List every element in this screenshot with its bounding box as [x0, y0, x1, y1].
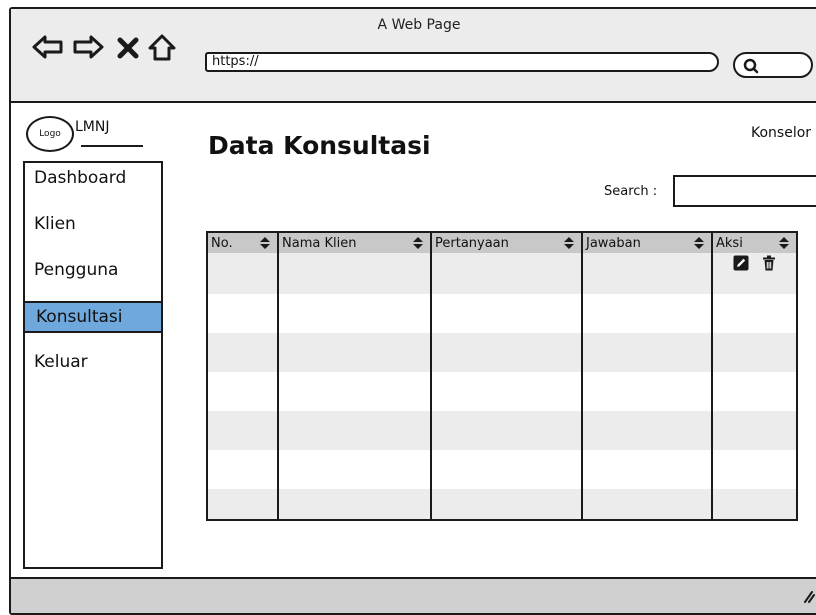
table-row [208, 411, 796, 450]
table-cell [582, 489, 713, 519]
table-cell [208, 489, 279, 519]
table-cell [278, 253, 432, 294]
page-content: Logo LMNJ Dashboard Klien Pengguna Konsu… [11, 103, 816, 613]
table-cell [208, 450, 279, 489]
user-role-label[interactable]: Konselor [751, 125, 811, 141]
resize-grip-icon[interactable] [803, 589, 815, 603]
back-arrow-icon[interactable] [31, 33, 65, 61]
table-cell [582, 253, 713, 294]
column-header-label: Nama Klien [282, 235, 357, 251]
brand-underline [81, 145, 143, 147]
column-header-label: Pertanyaan [435, 235, 509, 251]
logo: Logo [26, 116, 74, 152]
sidebar-item-konsultasi[interactable]: Konsultasi [23, 301, 163, 333]
table-row [208, 253, 796, 294]
table-cell [278, 333, 432, 372]
home-icon[interactable] [146, 33, 178, 61]
browser-chrome: A Web Page https:// [11, 9, 816, 103]
delete-icon[interactable] [761, 255, 777, 271]
table-row [208, 489, 796, 519]
forward-arrow-icon[interactable] [71, 33, 105, 61]
column-header-no[interactable]: No. [208, 233, 279, 253]
column-header-nama-klien[interactable]: Nama Klien [278, 233, 432, 253]
table-cell [431, 333, 583, 372]
table-cell [712, 294, 796, 333]
table-cell [431, 253, 583, 294]
table-cell [431, 411, 583, 450]
table-cell [582, 450, 713, 489]
brand-name: LMNJ [75, 119, 110, 135]
sidebar-item-pengguna[interactable]: Pengguna [25, 255, 161, 301]
column-header-jawaban[interactable]: Jawaban [582, 233, 713, 253]
sort-icon[interactable] [778, 236, 790, 250]
sort-icon[interactable] [563, 236, 575, 250]
edit-icon[interactable] [733, 255, 749, 271]
window-title: A Web Page [377, 17, 461, 33]
table-header-row: No. Nama Klien Pertanyaan Jawaban Aksi [208, 233, 796, 253]
table-cell [278, 372, 432, 411]
table-cell [431, 450, 583, 489]
sidebar-nav: Dashboard Klien Pengguna Konsultasi Kelu… [23, 161, 163, 569]
stop-icon[interactable] [115, 33, 141, 61]
table-row [208, 333, 796, 372]
table-cell [278, 294, 432, 333]
table-row [208, 294, 796, 333]
address-bar[interactable]: https:// [205, 52, 719, 72]
browser-window: A Web Page https:// Logo LMNJ Dashboard … [9, 7, 816, 615]
table-cell [208, 372, 279, 411]
column-header-pertanyaan[interactable]: Pertanyaan [431, 233, 583, 253]
column-header-label: Aksi [716, 235, 743, 251]
table-cell [582, 372, 713, 411]
table-cell [431, 372, 583, 411]
sort-icon[interactable] [259, 236, 271, 250]
sidebar-item-klien[interactable]: Klien [25, 209, 161, 255]
table-cell [208, 253, 279, 294]
sort-icon[interactable] [693, 236, 705, 250]
table-cell [712, 489, 796, 519]
column-header-label: Jawaban [586, 235, 641, 251]
table-cell [712, 450, 796, 489]
search-icon [743, 58, 759, 74]
status-bar [11, 577, 816, 613]
search-input[interactable] [673, 175, 816, 207]
table-cell [712, 333, 796, 372]
table-cell [582, 411, 713, 450]
table-cell [208, 333, 279, 372]
table-cell [431, 489, 583, 519]
sidebar-item-dashboard[interactable]: Dashboard [25, 163, 161, 209]
table-cell [712, 411, 796, 450]
table-cell-actions [712, 253, 796, 294]
table-row [208, 372, 796, 411]
page-title: Data Konsultasi [208, 131, 431, 160]
table-cell [431, 294, 583, 333]
search-label: Search : [604, 184, 658, 199]
sidebar-item-keluar[interactable]: Keluar [25, 347, 161, 393]
column-header-label: No. [211, 235, 233, 251]
table-cell [278, 411, 432, 450]
consultation-table: No. Nama Klien Pertanyaan Jawaban Aksi [206, 231, 798, 521]
table-cell [582, 294, 713, 333]
table-cell [712, 372, 796, 411]
table-row [208, 450, 796, 489]
table-cell [208, 411, 279, 450]
row-actions [713, 253, 796, 294]
sort-icon[interactable] [412, 236, 424, 250]
browser-search-button[interactable] [733, 52, 813, 78]
table-cell [278, 450, 432, 489]
table-cell [582, 333, 713, 372]
table-cell [278, 489, 432, 519]
table-cell [208, 294, 279, 333]
column-header-aksi[interactable]: Aksi [712, 233, 796, 253]
